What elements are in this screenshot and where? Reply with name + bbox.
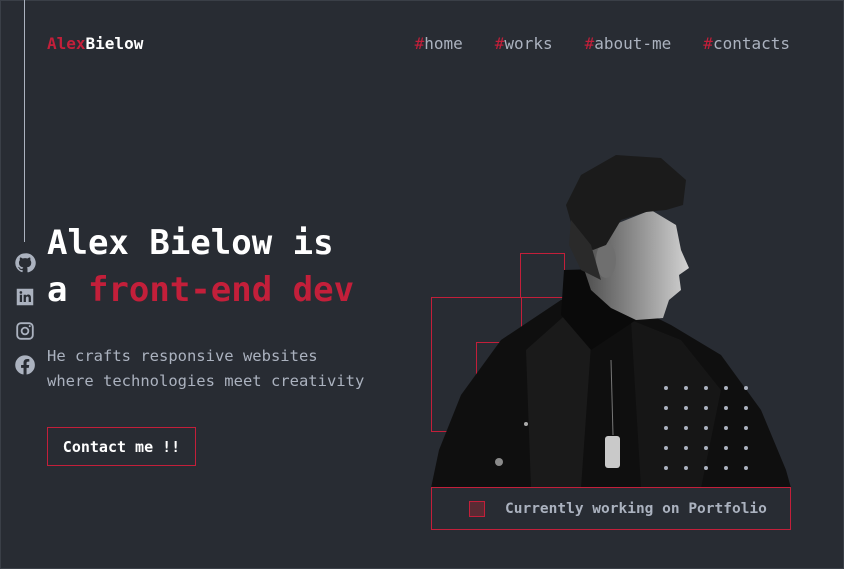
headline-highlight: front-end dev — [87, 270, 355, 310]
nav-about-me[interactable]: #about-me — [585, 34, 672, 53]
status-indicator-square — [469, 500, 485, 517]
main-nav: #home #works #about-me #contacts — [415, 34, 790, 53]
site-logo[interactable]: AlexBielow — [47, 34, 143, 53]
headline-line-1: Alex Bielow is — [47, 223, 334, 263]
logo-last-name: Bielow — [85, 34, 144, 53]
social-divider-line — [24, 0, 25, 242]
nav-home[interactable]: #home — [415, 34, 463, 53]
instagram-icon[interactable] — [14, 320, 36, 342]
status-text: Currently working on Portfolio — [505, 500, 767, 517]
nav-contacts[interactable]: #contacts — [703, 34, 790, 53]
description-line-1: He crafts responsive websites — [47, 347, 318, 365]
decor-dot-grid — [664, 386, 764, 486]
linkedin-icon[interactable] — [14, 286, 36, 308]
description-line-2: where technologies meet creativity — [47, 372, 365, 390]
github-icon[interactable] — [14, 252, 36, 274]
status-bar: Currently working on Portfolio — [431, 487, 791, 530]
hero-description: He crafts responsive websites where tech… — [47, 344, 397, 394]
contact-me-button[interactable]: Contact me !! — [47, 427, 196, 466]
hero-headline: Alex Bielow is a front-end dev — [47, 220, 354, 314]
social-links — [14, 252, 36, 376]
logo-first-name: Alex — [47, 34, 86, 53]
facebook-icon[interactable] — [14, 354, 36, 376]
nav-works[interactable]: #works — [495, 34, 553, 53]
headline-prefix: a — [47, 270, 88, 310]
